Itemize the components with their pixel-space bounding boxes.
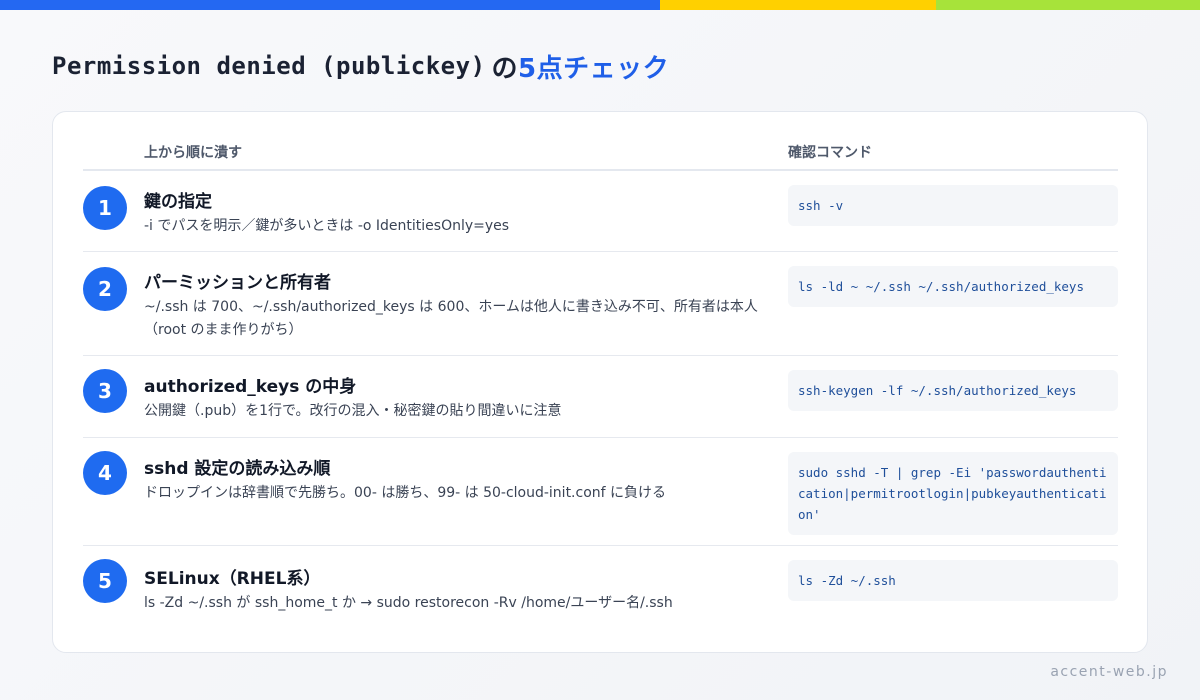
- step-number-badge: 2: [83, 267, 127, 311]
- check-row-3: 3 authorized_keys の中身 公開鍵（.pub）を1行で。改行の混…: [83, 356, 1118, 438]
- row-title: 鍵の指定: [144, 192, 212, 212]
- step-number-badge: 3: [83, 369, 127, 413]
- check-row-1: 1 鍵の指定 -i でパスを明示／鍵が多いときは -o IdentitiesOn…: [83, 173, 1118, 252]
- page-title-error: Permission denied (publickey): [52, 52, 486, 80]
- check-row-2: 2 パーミッションと所有者 ~/.ssh は 700、~/.ssh/author…: [83, 252, 1118, 356]
- top-bar-green-segment: [936, 0, 1200, 10]
- row-title: SELinux（RHEL系）: [144, 569, 321, 589]
- check-row-4: 4 sshd 設定の読み込み順 ドロップインは辞書順で先勝ち。00- は勝ち、9…: [83, 438, 1118, 546]
- page-title-accent: 5点チェック: [518, 53, 670, 84]
- row-title: パーミッションと所有者: [144, 273, 331, 293]
- top-color-bar: [0, 0, 1200, 10]
- row-title: authorized_keys の中身: [144, 377, 357, 397]
- row-description: ~/.ssh は 700、~/.ssh/authorized_keys は 60…: [144, 299, 758, 338]
- step-number-badge: 1: [83, 186, 127, 230]
- top-bar-yellow-segment: [660, 0, 936, 10]
- command-snippet[interactable]: ssh -v: [788, 185, 1118, 226]
- row-description: -i でパスを明示／鍵が多いときは -o IdentitiesOnly=yes: [144, 218, 510, 234]
- command-snippet[interactable]: ls -ld ~ ~/.ssh ~/.ssh/authorized_keys: [788, 266, 1118, 307]
- checklist-card: 上から順に潰す 確認コマンド 1 鍵の指定 -i でパスを明示／鍵が多いときは …: [52, 111, 1148, 653]
- step-number-badge: 5: [83, 559, 127, 603]
- command-snippet[interactable]: sudo sshd -T | grep -Ei 'passwordauthent…: [788, 452, 1118, 535]
- row-description: 公開鍵（.pub）を1行で。改行の混入・秘密鍵の貼り間違いに注意: [144, 403, 562, 419]
- header-command: 確認コマンド: [788, 145, 872, 161]
- row-title: sshd 設定の読み込み順: [144, 459, 331, 479]
- command-snippet[interactable]: ssh-keygen -lf ~/.ssh/authorized_keys: [788, 370, 1118, 411]
- header-step: 上から順に潰す: [144, 145, 242, 161]
- row-description: ls -Zd ~/.ssh が ssh_home_t か → sudo rest…: [144, 595, 673, 611]
- top-bar-blue-segment: [0, 0, 660, 10]
- footer-site-name: accent-web.jp: [1050, 664, 1168, 680]
- step-number-badge: 4: [83, 451, 127, 495]
- table-header: 上から順に潰す 確認コマンド: [83, 134, 1118, 171]
- page-title-particle: の: [491, 53, 519, 84]
- command-snippet[interactable]: ls -Zd ~/.ssh: [788, 560, 1118, 601]
- row-description: ドロップインは辞書順で先勝ち。00- は勝ち、99- は 50-cloud-in…: [144, 485, 667, 501]
- page-title: Permission denied (publickey) の 5点チェック: [52, 44, 669, 88]
- check-row-5: 5 SELinux（RHEL系） ls -Zd ~/.ssh が ssh_hom…: [83, 546, 1118, 646]
